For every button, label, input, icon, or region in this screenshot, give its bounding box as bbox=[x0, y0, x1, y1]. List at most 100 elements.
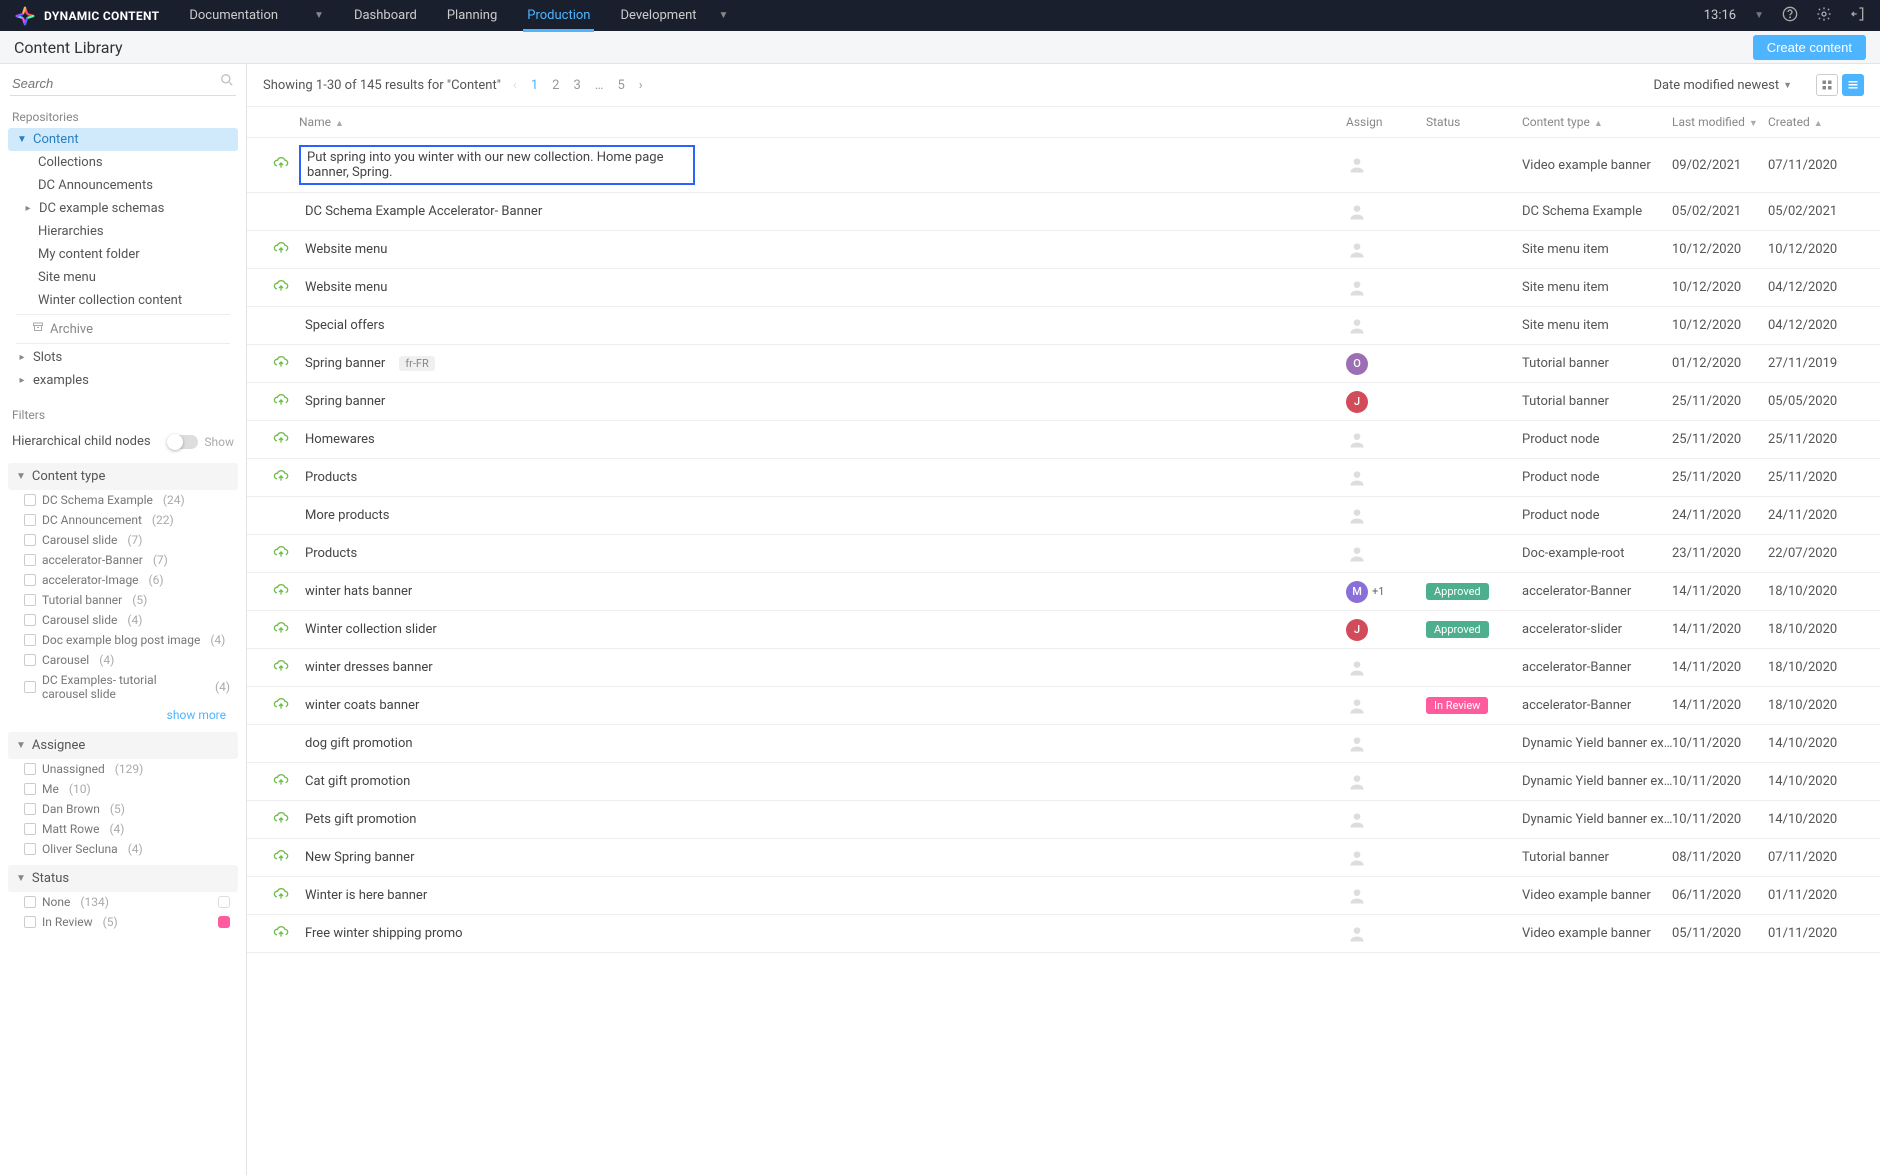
col-created[interactable]: Created▲ bbox=[1768, 115, 1864, 129]
col-status[interactable]: Status bbox=[1426, 115, 1522, 129]
table-row[interactable]: ProductsDoc-example-root23/11/202022/07/… bbox=[247, 535, 1880, 573]
chevron-down-icon[interactable]: ▼ bbox=[1754, 10, 1764, 21]
table-row[interactable]: Spring bannerfr-FROTutorial banner01/12/… bbox=[247, 345, 1880, 383]
table-row[interactable]: New Spring bannerTutorial banner08/11/20… bbox=[247, 839, 1880, 877]
filter-assignee-header[interactable]: ▼Assignee bbox=[8, 732, 238, 759]
search-icon[interactable] bbox=[220, 73, 234, 91]
assignee-avatar[interactable]: J bbox=[1346, 391, 1368, 413]
unassigned-icon[interactable] bbox=[1346, 695, 1368, 717]
table-row[interactable]: HomewaresProduct node25/11/202025/11/202… bbox=[247, 421, 1880, 459]
unassigned-icon[interactable] bbox=[1346, 657, 1368, 679]
unassigned-icon[interactable] bbox=[1346, 467, 1368, 489]
repo-content[interactable]: ▼Content bbox=[8, 128, 238, 151]
nav-development[interactable]: Development▼ bbox=[616, 0, 732, 31]
table-row[interactable]: Spring bannerJTutorial banner25/11/20200… bbox=[247, 383, 1880, 421]
filter-status-item[interactable]: None(134) bbox=[8, 892, 238, 912]
table-row[interactable]: winter coats bannerIn Reviewaccelerator-… bbox=[247, 687, 1880, 725]
nav-planning[interactable]: Planning bbox=[443, 0, 501, 31]
table-row[interactable]: Put spring into you winter with our new … bbox=[247, 138, 1880, 193]
col-name[interactable]: Name▲ bbox=[299, 115, 1346, 129]
filter-content-type-item[interactable]: Carousel slide(4) bbox=[8, 610, 238, 630]
unassigned-icon[interactable] bbox=[1346, 847, 1368, 869]
table-row[interactable]: More productsProduct node24/11/202024/11… bbox=[247, 497, 1880, 535]
filter-content-type-item[interactable]: DC Schema Example(24) bbox=[8, 490, 238, 510]
folder-schemas[interactable]: ▸DC example schemas bbox=[20, 197, 238, 220]
unassigned-icon[interactable] bbox=[1346, 505, 1368, 527]
folder-winter[interactable]: Winter collection content bbox=[36, 289, 238, 312]
folder-mycontent[interactable]: My content folder bbox=[36, 243, 238, 266]
filter-content-type-item[interactable]: Doc example blog post image(4) bbox=[8, 630, 238, 650]
unassigned-icon[interactable] bbox=[1346, 733, 1368, 755]
page-5[interactable]: 5 bbox=[617, 78, 624, 93]
folder-hierarchies[interactable]: Hierarchies bbox=[36, 220, 238, 243]
col-assign[interactable]: Assign bbox=[1346, 115, 1426, 129]
unassigned-icon[interactable] bbox=[1346, 771, 1368, 793]
table-row[interactable]: Cat gift promotionDynamic Yield banner e… bbox=[247, 763, 1880, 801]
unassigned-icon[interactable] bbox=[1346, 239, 1368, 261]
grid-view-button[interactable] bbox=[1816, 74, 1838, 96]
table-row[interactable]: Free winter shipping promoVideo example … bbox=[247, 915, 1880, 953]
nav-production[interactable]: Production bbox=[523, 0, 594, 31]
table-row[interactable]: Special offersSite menu item10/12/202004… bbox=[247, 307, 1880, 345]
filter-content-type-item[interactable]: DC Examples- tutorial carousel slide(4) bbox=[8, 670, 238, 704]
table-row[interactable]: ProductsProduct node25/11/202025/11/2020 bbox=[247, 459, 1880, 497]
archive-row[interactable]: Archive bbox=[16, 314, 230, 344]
folder-announcements[interactable]: DC Announcements bbox=[36, 174, 238, 197]
page-2[interactable]: 2 bbox=[552, 78, 559, 93]
table-row[interactable]: Winter collection sliderJApprovedacceler… bbox=[247, 611, 1880, 649]
filter-content-type-item[interactable]: Tutorial banner(5) bbox=[8, 590, 238, 610]
table-row[interactable]: Winter is here bannerVideo example banne… bbox=[247, 877, 1880, 915]
hierarchical-toggle[interactable] bbox=[168, 435, 198, 449]
filter-content-type-item[interactable]: Carousel slide(7) bbox=[8, 530, 238, 550]
show-more-link[interactable]: show more bbox=[167, 708, 226, 722]
brand-logo[interactable]: DYNAMIC CONTENT bbox=[14, 5, 159, 27]
assignee-avatar[interactable]: O bbox=[1346, 353, 1368, 375]
filter-assignee-item[interactable]: Matt Rowe(4) bbox=[8, 819, 238, 839]
table-row[interactable]: Website menuSite menu item10/12/202010/1… bbox=[247, 231, 1880, 269]
filter-assignee-item[interactable]: Unassigned(129) bbox=[8, 759, 238, 779]
filter-content-type-item[interactable]: accelerator-Image(6) bbox=[8, 570, 238, 590]
filter-content-type-header[interactable]: ▼Content type bbox=[8, 463, 238, 490]
help-icon[interactable] bbox=[1782, 6, 1798, 26]
assignee-avatar[interactable]: J bbox=[1346, 619, 1368, 641]
gear-icon[interactable] bbox=[1816, 6, 1832, 26]
table-row[interactable]: Website menuSite menu item10/12/202004/1… bbox=[247, 269, 1880, 307]
col-modified[interactable]: Last modified▼ bbox=[1672, 115, 1768, 129]
nav-dashboard[interactable]: Dashboard bbox=[350, 0, 421, 31]
table-row[interactable]: winter dresses banneraccelerator-Banner1… bbox=[247, 649, 1880, 687]
unassigned-icon[interactable] bbox=[1346, 277, 1368, 299]
filter-content-type-item[interactable]: accelerator-Banner(7) bbox=[8, 550, 238, 570]
unassigned-icon[interactable] bbox=[1346, 543, 1368, 565]
filter-content-type-item[interactable]: DC Announcement(22) bbox=[8, 510, 238, 530]
unassigned-icon[interactable] bbox=[1346, 885, 1368, 907]
sort-dropdown[interactable]: Date modified newest▼ bbox=[1653, 78, 1792, 93]
folder-collections[interactable]: Collections bbox=[36, 151, 238, 174]
filter-status-item[interactable]: In Review(5) bbox=[8, 912, 238, 932]
filter-content-type-item[interactable]: Carousel(4) bbox=[8, 650, 238, 670]
filter-assignee-item[interactable]: Dan Brown(5) bbox=[8, 799, 238, 819]
page-next[interactable]: › bbox=[639, 78, 643, 93]
col-type[interactable]: Content type▲ bbox=[1522, 115, 1672, 129]
table-row[interactable]: winter hats bannerM+1Approvedaccelerator… bbox=[247, 573, 1880, 611]
filter-assignee-item[interactable]: Oliver Secluna(4) bbox=[8, 839, 238, 859]
list-view-button[interactable] bbox=[1842, 74, 1864, 96]
unassigned-icon[interactable] bbox=[1346, 923, 1368, 945]
repo-examples[interactable]: ▸examples bbox=[8, 369, 238, 392]
repo-slots[interactable]: ▸Slots bbox=[8, 346, 238, 369]
clock[interactable]: 13:16 bbox=[1704, 8, 1736, 23]
unassigned-icon[interactable] bbox=[1346, 154, 1368, 176]
table-row[interactable]: Pets gift promotionDynamic Yield banner … bbox=[247, 801, 1880, 839]
page-prev[interactable]: ‹ bbox=[513, 78, 517, 93]
logout-icon[interactable] bbox=[1850, 6, 1866, 26]
search-input[interactable] bbox=[10, 72, 236, 96]
unassigned-icon[interactable] bbox=[1346, 315, 1368, 337]
content-name[interactable]: Put spring into you winter with our new … bbox=[299, 145, 695, 185]
unassigned-icon[interactable] bbox=[1346, 429, 1368, 451]
page-1[interactable]: 1 bbox=[531, 78, 538, 93]
assignee-avatar[interactable]: M bbox=[1346, 581, 1368, 603]
filter-status-header[interactable]: ▼Status bbox=[8, 865, 238, 892]
create-content-button[interactable]: Create content bbox=[1753, 35, 1866, 60]
unassigned-icon[interactable] bbox=[1346, 201, 1368, 223]
nav-documentation[interactable]: Documentation▼ bbox=[185, 0, 328, 31]
folder-sitemenu[interactable]: Site menu bbox=[36, 266, 238, 289]
